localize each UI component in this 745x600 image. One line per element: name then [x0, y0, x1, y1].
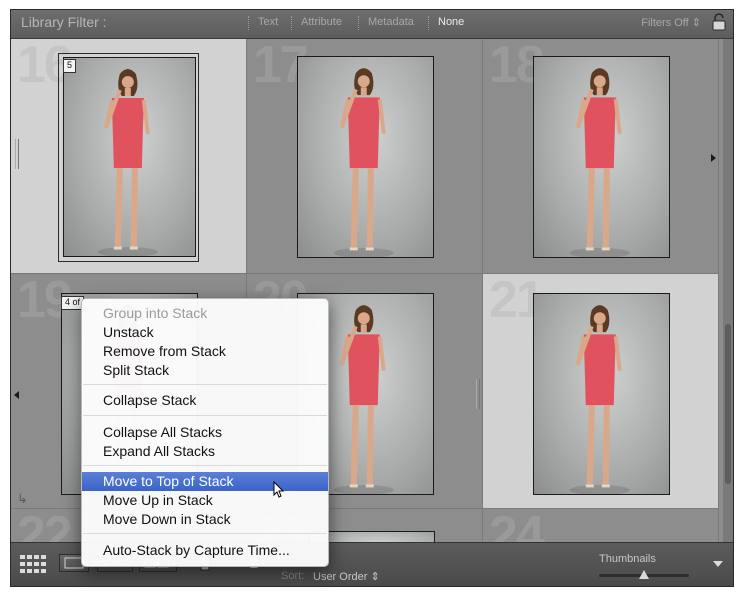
- tab-separator: [291, 16, 293, 30]
- grid-view-icon: [20, 555, 46, 573]
- menu-item-collapse-all-stacks[interactable]: Collapse All Stacks: [82, 423, 328, 442]
- photo-thumbnail[interactable]: [533, 56, 670, 258]
- tab-separator: [248, 16, 250, 30]
- sort-value: User Order: [313, 571, 368, 583]
- menu-item-expand-all-stacks[interactable]: Expand All Stacks: [82, 442, 328, 461]
- menu-separator: [83, 415, 327, 416]
- tab-separator: [428, 16, 430, 30]
- toolbar-options-dropdown-icon[interactable]: [713, 561, 723, 567]
- stacking-context-menu: Group into Stack Unstack Remove from Stack…: [81, 298, 329, 567]
- grid-cell[interactable]: 17: [247, 36, 483, 274]
- tab-separator: [358, 16, 360, 30]
- vertical-scrollbar[interactable]: [723, 39, 733, 542]
- menu-item-remove-from-stack[interactable]: Remove from Stack: [82, 342, 328, 361]
- model-figure: [333, 68, 394, 257]
- stack-hook-icon: ↳: [17, 491, 28, 506]
- model-figure: [97, 69, 158, 256]
- stack-handle-left[interactable]: [15, 139, 19, 169]
- stack-expand-arrow-icon[interactable]: [711, 154, 716, 162]
- menu-separator: [83, 533, 327, 534]
- sort-dropdown[interactable]: User Order ⇕: [313, 570, 380, 583]
- tab-text[interactable]: Text: [258, 16, 278, 28]
- grid-cell[interactable]: 18: [483, 36, 719, 274]
- slider-knob[interactable]: [639, 570, 649, 579]
- model-figure: [569, 68, 630, 257]
- photo-thumbnail[interactable]: [533, 293, 670, 495]
- menu-item-auto-stack-by-capture-time[interactable]: Auto-Stack by Capture Time...: [82, 541, 328, 560]
- thumbnail-size-slider[interactable]: [599, 570, 689, 579]
- menu-item-split-stack[interactable]: Split Stack: [82, 361, 328, 380]
- thumbnails-label: Thumbnails: [599, 553, 656, 565]
- grid-view-button[interactable]: [19, 554, 49, 573]
- menu-item-collapse-stack[interactable]: Collapse Stack: [82, 391, 328, 410]
- library-filter-bar: Library Filter : Text Attribute Metadata…: [11, 10, 733, 39]
- filters-status-label: Filters Off: [641, 17, 689, 29]
- padlock-icon[interactable]: [712, 13, 726, 31]
- tab-metadata[interactable]: Metadata: [368, 16, 414, 28]
- tab-none[interactable]: None: [438, 16, 464, 28]
- stack-handle-right[interactable]: [476, 379, 480, 409]
- grid-cell[interactable]: 21: [483, 271, 719, 509]
- menu-item-group-into-stack: Group into Stack: [103, 305, 208, 321]
- model-figure: [569, 305, 630, 494]
- photo-thumbnail[interactable]: [297, 56, 434, 258]
- stack-count-badge[interactable]: 5: [63, 59, 77, 73]
- mouse-cursor-icon: [273, 481, 285, 498]
- filters-off-dropdown[interactable]: Filters Off ⇕: [641, 16, 701, 29]
- library-filter-title: Library Filter :: [21, 14, 107, 30]
- tab-attribute[interactable]: Attribute: [301, 16, 342, 28]
- grid-cell[interactable]: 16 5: [11, 36, 247, 274]
- scrollbar-thumb[interactable]: [725, 324, 731, 484]
- photo-thumbnail[interactable]: [63, 57, 196, 257]
- menu-item-unstack[interactable]: Unstack: [82, 323, 328, 342]
- menu-item-move-down-in-stack[interactable]: Move Down in Stack: [82, 510, 328, 529]
- stack-collapse-arrow-icon[interactable]: [14, 391, 19, 399]
- menu-item-move-to-top-of-stack[interactable]: Move to Top of Stack: [82, 472, 328, 491]
- menu-separator: [83, 465, 327, 466]
- menu-item-move-up-in-stack[interactable]: Move Up in Stack: [82, 491, 328, 510]
- menu-separator: [83, 384, 327, 385]
- sort-label: Sort:: [281, 570, 305, 582]
